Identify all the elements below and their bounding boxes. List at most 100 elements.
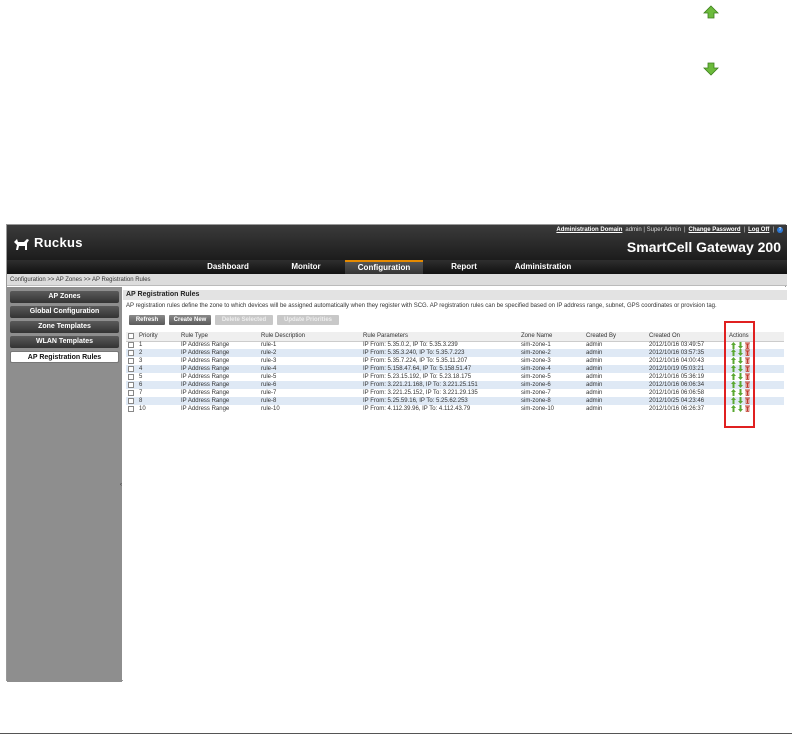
cell-priority: 10 (139, 406, 146, 412)
log-off-link[interactable]: Log Off (748, 227, 769, 233)
ruckus-logo: Ruckus (13, 233, 93, 255)
cell-rule-type: IP Address Range (181, 406, 230, 412)
sidebar-item-ap-registration-rules[interactable]: AP Registration Rules (10, 351, 119, 363)
cell-priority: 8 (137, 397, 179, 405)
table-row[interactable]: 3 IP Address Range rule-3 IP From: 5.35.7.2… (126, 357, 784, 365)
main-nav: Dashboard Monitor Configuration Report A… (7, 260, 787, 274)
cell-rule-type: IP Address Range (181, 358, 230, 364)
nav-administration[interactable]: Administration (503, 260, 583, 274)
nav-report[interactable]: Report (433, 260, 495, 274)
sidebar-item-wlan-templates[interactable]: WLAN Templates (10, 336, 119, 348)
header-links: Administration Domain admin | Super Admi… (556, 227, 783, 233)
cell-rule-type: IP Address Range (179, 365, 259, 373)
cell-rule-description: rule-1 (261, 342, 277, 349)
row-checkbox[interactable] (126, 357, 137, 365)
update-priorities-button[interactable]: Update Priorities (277, 315, 339, 325)
cell-priority: 5 (139, 374, 143, 380)
cell-zone-name: sim-zone-5 (521, 374, 551, 380)
column-header-rule-type[interactable]: Rule Type (179, 332, 259, 342)
checkbox[interactable] (128, 373, 134, 380)
current-user: admin | Super Admin (625, 227, 681, 233)
sidebar-item-ap-zones[interactable]: AP Zones (10, 291, 119, 303)
up-arrow-icon (703, 5, 719, 19)
cell-created-on: 2012/10/16 06:06:58 (649, 390, 705, 396)
top-bar: Ruckus Administration Domain admin | Sup… (7, 225, 787, 260)
column-header-zone-name[interactable]: Zone Name (519, 332, 584, 342)
checkbox[interactable] (128, 349, 134, 356)
cell-created-on: 2012/10/25 04:23:46 (647, 397, 727, 405)
sidebar: AP Zones Global Configuration Zone Templ… (7, 287, 122, 682)
row-checkbox[interactable] (126, 389, 137, 397)
cell-zone-name: sim-zone-4 (519, 365, 584, 373)
cell-created-by: admin (586, 406, 603, 412)
cell-rule-description: rule-6 (259, 381, 361, 389)
create-new-button[interactable]: Create New (169, 315, 211, 325)
checkbox[interactable] (128, 389, 134, 396)
sidebar-item-zone-templates[interactable]: Zone Templates (10, 321, 119, 333)
column-header-created-by[interactable]: Created By (584, 332, 647, 342)
sidebar-item-global-configuration[interactable]: Global Configuration (10, 306, 119, 318)
table-row[interactable]: 1 IP Address Range rule-1 IP From: 5.35.0.2… (126, 341, 784, 349)
nav-dashboard[interactable]: Dashboard (197, 260, 259, 274)
column-header-rule-parameters[interactable]: Rule Parameters (361, 332, 519, 342)
table-row[interactable]: 7 IP Address Range rule-7 IP From: 3.221.25… (126, 389, 784, 397)
actions-highlight-box (724, 321, 755, 428)
cell-rule-type: IP Address Range (181, 342, 230, 349)
cell-created-by: admin (586, 390, 603, 396)
row-checkbox[interactable] (126, 405, 137, 413)
table-row[interactable]: 5 IP Address Range rule-5 IP From: 5.23.15.… (126, 373, 784, 381)
product-name: SmartCell Gateway 200 (626, 239, 781, 255)
checkbox[interactable] (128, 405, 134, 412)
cell-rule-parameters: IP From: 5.35.7.224, IP To: 5.35.11.207 (363, 358, 468, 364)
checkbox[interactable] (128, 397, 134, 404)
table-row[interactable]: 2 IP Address Range rule-2 IP From: 5.35.3.2… (126, 349, 784, 357)
cell-rule-type: IP Address Range (179, 397, 259, 405)
refresh-button[interactable]: Refresh (129, 315, 165, 325)
cell-zone-name: sim-zone-6 (519, 381, 584, 389)
nav-configuration[interactable]: Configuration (345, 260, 423, 274)
rules-table: Priority Rule Type Rule Description Rule… (126, 332, 784, 413)
table-row[interactable]: 10 IP Address Range rule-10 IP From: 4.112.… (126, 405, 784, 413)
column-header-rule-description[interactable]: Rule Description (259, 332, 361, 342)
row-checkbox[interactable] (126, 365, 137, 373)
table-row[interactable]: 8 IP Address Range rule-8 IP From: 5.25.59.… (126, 397, 784, 405)
row-checkbox[interactable] (126, 381, 137, 389)
checkbox[interactable] (128, 365, 134, 372)
checkbox[interactable] (128, 341, 134, 348)
cell-rule-type: IP Address Range (179, 349, 259, 357)
cell-created-on: 2012/10/16 06:26:37 (649, 406, 705, 412)
column-header-created-on[interactable]: Created On (647, 332, 727, 342)
cell-rule-description: rule-8 (259, 397, 361, 405)
select-all-checkbox[interactable] (126, 332, 137, 342)
row-checkbox[interactable] (126, 397, 137, 405)
change-password-link[interactable]: Change Password (689, 227, 741, 233)
cell-created-on: 2012/10/16 03:57:35 (647, 349, 727, 357)
cell-priority: 4 (137, 365, 179, 373)
dog-logo-icon (14, 239, 29, 250)
row-checkbox[interactable] (126, 373, 137, 381)
cell-rule-type: IP Address Range (179, 381, 259, 389)
table-row[interactable]: 6 IP Address Range rule-6 IP From: 3.221.21… (126, 381, 784, 389)
cell-created-by: admin (586, 342, 603, 349)
delete-selected-button[interactable]: Delete Selected (215, 315, 273, 325)
row-checkbox[interactable] (126, 341, 137, 349)
cell-rule-parameters: IP From: 5.25.59.16, IP To: 5.25.62.253 (361, 397, 519, 405)
row-checkbox[interactable] (126, 349, 137, 357)
cell-rule-description: rule-10 (261, 406, 280, 412)
help-icon[interactable]: ? (777, 227, 783, 233)
admin-domain-link[interactable]: Administration Domain (556, 227, 622, 233)
cell-rule-parameters: IP From: 3.221.25.152, IP To: 3.221.29.1… (363, 390, 478, 396)
column-header-priority[interactable]: Priority (137, 332, 179, 342)
nav-monitor[interactable]: Monitor (275, 260, 337, 274)
cell-rule-description: rule-7 (261, 390, 277, 396)
cell-priority: 7 (139, 390, 143, 396)
checkbox[interactable] (128, 381, 134, 388)
cell-rule-type: IP Address Range (181, 390, 230, 396)
down-arrow-icon (703, 62, 719, 76)
cell-created-by: admin (584, 397, 647, 405)
cell-rule-type: IP Address Range (181, 374, 230, 380)
checkbox[interactable] (128, 357, 134, 364)
cell-rule-parameters: IP From: 5.35.0.2, IP To: 5.35.3.239 (363, 342, 458, 349)
cell-zone-name: sim-zone-1 (521, 342, 551, 349)
table-row[interactable]: 4 IP Address Range rule-4 IP From: 5.158.47… (126, 365, 784, 373)
